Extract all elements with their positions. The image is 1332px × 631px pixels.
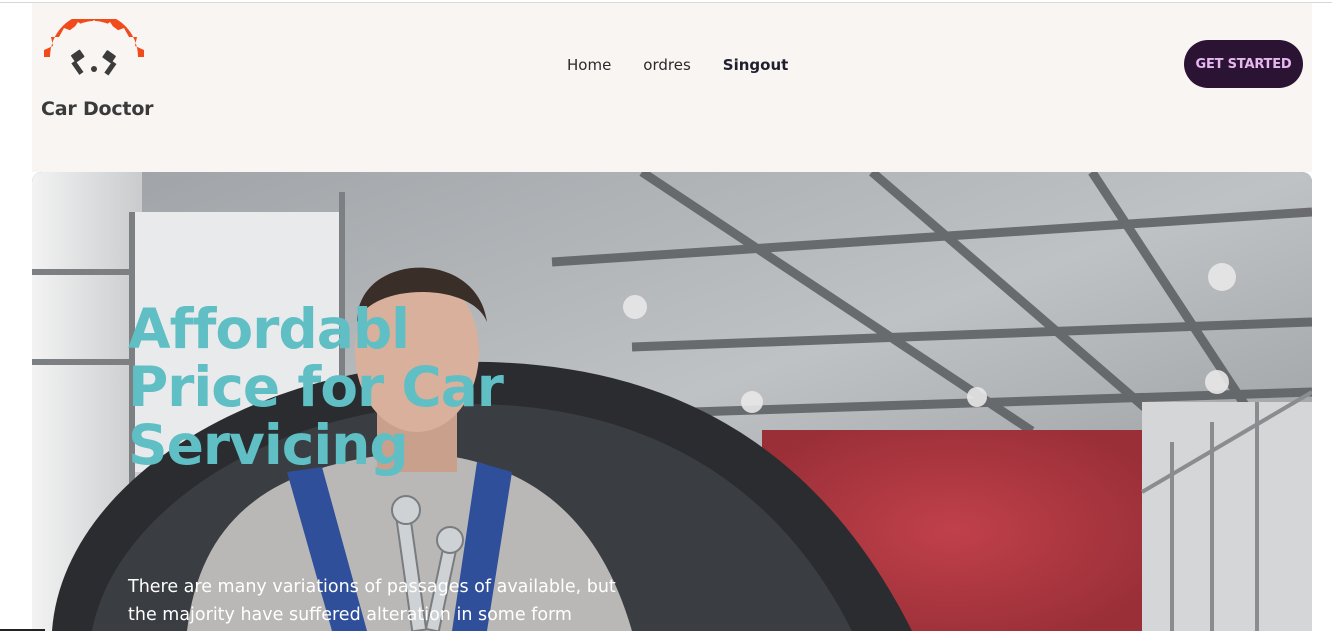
gear-piston-logo-icon [44, 19, 144, 76]
brand-name: Car Doctor [41, 98, 154, 120]
hero-title: Affordabl Price for Car Servicing [128, 297, 504, 477]
nav-link-home[interactable]: Home [567, 53, 611, 77]
get-started-button[interactable]: GET STARTED [1184, 40, 1303, 88]
nav-link-orders[interactable]: ordres [643, 53, 690, 77]
hero-banner: Affordabl Price for Car Servicing There … [32, 172, 1312, 631]
hero-description: There are many variations of passages of… [128, 577, 616, 625]
logo[interactable]: Car Doctor [40, 19, 154, 120]
navbar: Car Doctor Home ordres Singout GET START… [32, 3, 1312, 172]
main-nav: Home ordres Singout [567, 53, 788, 77]
nav-link-signout[interactable]: Singout [723, 53, 789, 77]
